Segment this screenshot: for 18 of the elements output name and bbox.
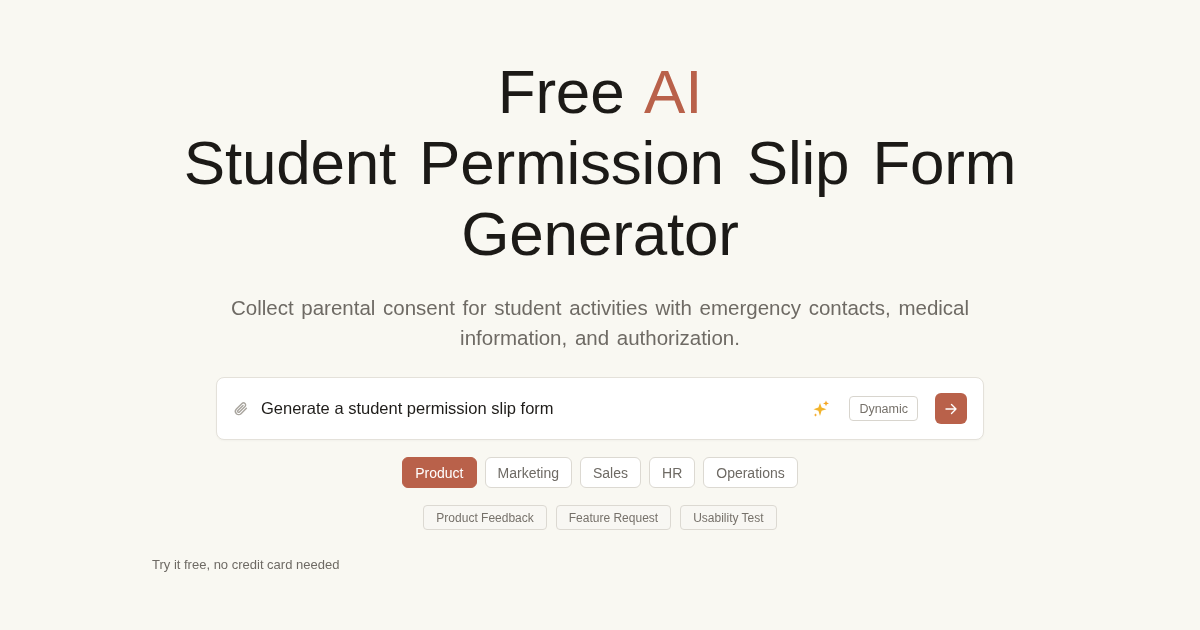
template-chip[interactable]: Feature Request: [555, 505, 672, 530]
submit-button[interactable]: [935, 393, 967, 424]
category-tab[interactable]: Operations: [703, 457, 798, 488]
template-chip[interactable]: Product Feedback: [423, 505, 547, 530]
footer-note: Try it free, no credit card needed: [152, 556, 340, 574]
prompt-input[interactable]: Generate a student permission slip form: [261, 395, 805, 422]
arrow-right-icon: [945, 402, 957, 415]
mode-button[interactable]: Dynamic: [849, 396, 918, 421]
category-tab[interactable]: Marketing: [484, 457, 572, 488]
page-title: Free AI Student Permission Slip Form Generator: [182, 56, 1018, 269]
category-tab[interactable]: Sales: [580, 457, 641, 488]
category-tab[interactable]: HR: [649, 457, 696, 488]
category-tab[interactable]: Product: [402, 457, 477, 488]
template-chip[interactable]: Usability Test: [680, 505, 777, 530]
paperclip-icon[interactable]: [233, 400, 249, 417]
sparkles-icon[interactable]: [812, 399, 831, 418]
prompt-bar[interactable]: Generate a student permission slip form Dynamic: [216, 377, 984, 440]
page-subtitle: Collect parental consent for student activities with emergency contacts, medical information, and authorization.: [229, 295, 971, 351]
